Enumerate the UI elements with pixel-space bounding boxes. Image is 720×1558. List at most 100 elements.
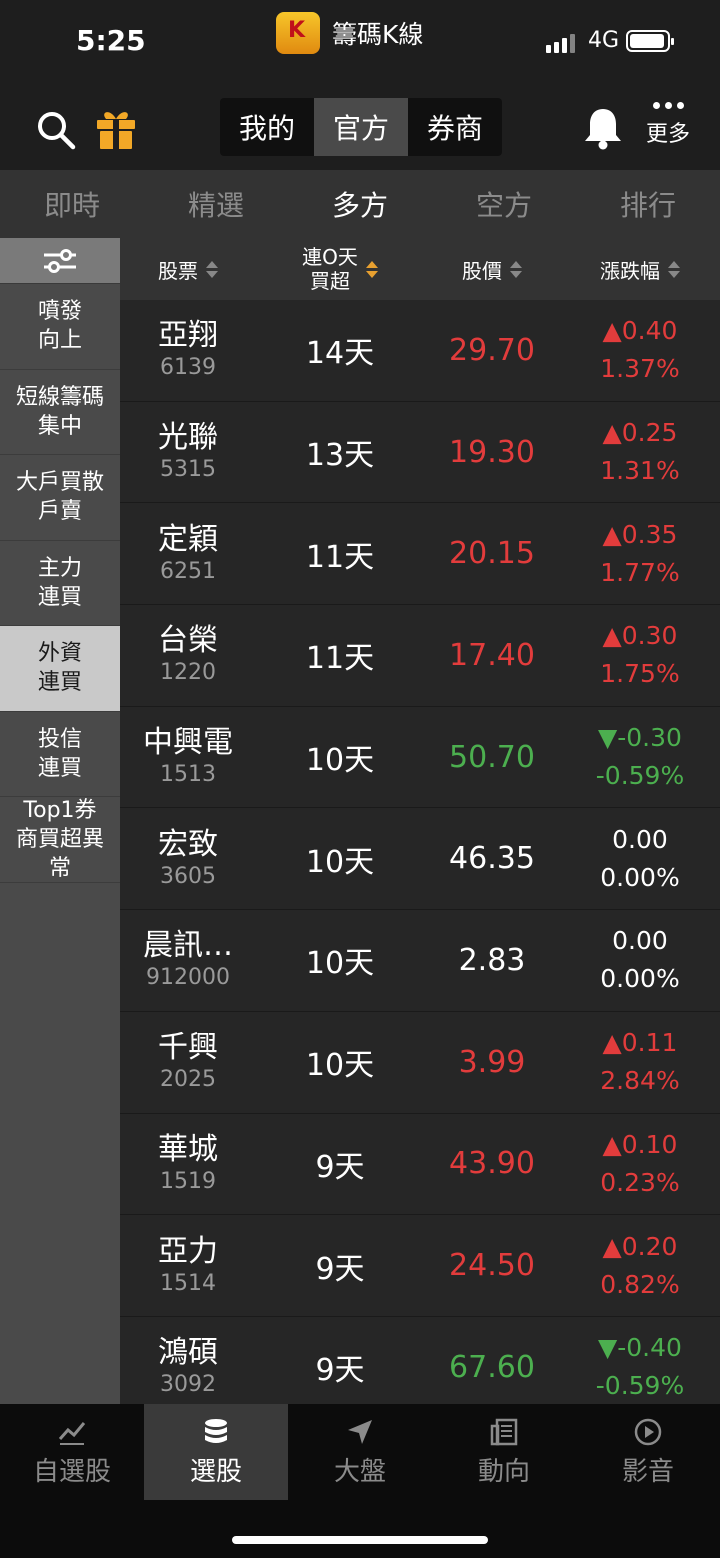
stock-code: 1220	[160, 660, 216, 686]
table-row[interactable]: 晨訊… 912000 10天 2.83 0.00 0.00%	[120, 910, 720, 1012]
more-button[interactable]: 更多	[640, 98, 696, 148]
column-header-stock[interactable]: 股票	[120, 238, 256, 300]
table-row[interactable]: 鴻碩 3092 9天 67.60 ▼-0.40 -0.59%	[120, 1316, 720, 1404]
sidebar-item[interactable]: 短線籌碼 集中	[0, 369, 120, 455]
nav-market[interactable]: 大盤	[288, 1404, 432, 1500]
column-label-stock: 股票	[158, 258, 198, 283]
nav-label: 自選股	[32, 1456, 111, 1487]
stock-cell: 台榮 1220	[120, 605, 256, 706]
sidebar-item[interactable]: Top1券 商買超異 常	[0, 797, 120, 883]
nav-watchlist[interactable]: 自選股	[0, 1404, 144, 1500]
column-label-price: 股價	[462, 258, 502, 283]
table-row[interactable]: 千興 2025 10天 3.99 ▲0.11 2.84%	[120, 1011, 720, 1114]
percent-change: 1.37%	[600, 354, 680, 384]
stock-name: 宏致	[158, 826, 218, 862]
sidebar-item-label: 投信 連買	[37, 726, 82, 781]
stock-price: 67.60	[449, 1349, 535, 1385]
stock-name: 中興電	[143, 725, 233, 761]
stock-price: 2.83	[458, 942, 526, 978]
segment-mine[interactable]: 我的	[220, 98, 314, 156]
column-header-consecutive-days[interactable]: 連O天 買超	[256, 238, 424, 300]
nav-label: 選股	[189, 1456, 242, 1487]
stock-cell: 鴻碩 3092	[120, 1317, 256, 1404]
sidebar-item-label: 外資 連買	[37, 641, 82, 696]
more-label: 更多	[645, 122, 690, 147]
home-indicator[interactable]	[232, 1536, 488, 1544]
stock-code: 912000	[146, 965, 230, 991]
stock-name: 亞翔	[158, 318, 218, 354]
consecutive-days: 11天	[305, 539, 375, 575]
stock-name: 定穎	[158, 521, 218, 557]
stock-cell: 亞力 1514	[120, 1215, 256, 1316]
consecutive-days: 10天	[305, 946, 375, 982]
stock-code: 3092	[160, 1372, 216, 1398]
change-cell: 0.00 0.00%	[560, 808, 720, 909]
table-row[interactable]: 華城 1519 9天 43.90 ▲0.10 0.23%	[120, 1113, 720, 1216]
change-cell: ▲0.20 0.82%	[560, 1215, 720, 1316]
stock-cell: 晨訊… 912000	[120, 910, 256, 1011]
filter-settings-button[interactable]	[0, 238, 120, 284]
tab-featured[interactable]: 精選	[144, 170, 288, 238]
percent-change: 1.75%	[600, 659, 680, 689]
sort-icon	[206, 260, 218, 278]
sidebar-item-label: 噴發 向上	[37, 299, 82, 354]
stock-cell: 光聯 5315	[120, 402, 256, 503]
column-label-consecutive-line2: 買超	[310, 269, 350, 293]
stock-name: 台榮	[158, 623, 218, 659]
table-row[interactable]: 台榮 1220 11天 17.40 ▲0.30 1.75%	[120, 605, 720, 707]
bell-icon[interactable]	[582, 106, 624, 150]
sidebar-item[interactable]: 外資 連買	[0, 626, 120, 712]
signal-icon	[546, 34, 575, 53]
sidebar-item[interactable]: 主力 連買	[0, 540, 120, 626]
table-row[interactable]: 中興電 1513 10天 50.70 ▼-0.30 -0.59%	[120, 706, 720, 809]
strategy-sidebar: 噴發 向上短線籌碼 集中大戶買散 戶賣主力 連買外資 連買投信 連買 Top1券 …	[0, 238, 120, 1404]
stock-name: 千興	[158, 1030, 218, 1066]
play-icon	[634, 1418, 662, 1445]
tab-bullish[interactable]: 多方	[288, 170, 432, 238]
nav-label: 影音	[621, 1456, 674, 1487]
nav-trends[interactable]: 動向	[432, 1404, 576, 1500]
stock-cell: 亞翔 6139	[120, 300, 256, 401]
table-row[interactable]: 光聯 5315 13天 19.30 ▲0.25 1.31%	[120, 401, 720, 504]
sidebar-item[interactable]: 大戶買散 戶賣	[0, 455, 120, 541]
app-name: 籌碼K線	[332, 20, 424, 49]
consecutive-days: 10天	[305, 844, 375, 880]
column-header-change[interactable]: 漲跌幅	[560, 238, 720, 300]
consecutive-days: 9天	[315, 1149, 365, 1185]
table-row[interactable]: 宏致 3605 10天 46.35 0.00 0.00%	[120, 808, 720, 911]
search-icon[interactable]	[36, 110, 76, 150]
stock-price: 17.40	[449, 637, 535, 673]
price-change: 0.00	[612, 824, 668, 854]
tab-ranking[interactable]: 排行	[576, 170, 720, 238]
change-cell: ▼-0.40 -0.59%	[560, 1317, 720, 1404]
column-header-price[interactable]: 股價	[424, 238, 560, 300]
consecutive-days: 10天	[305, 1048, 375, 1084]
table-row[interactable]: 定穎 6251 11天 20.15 ▲0.35 1.77%	[120, 503, 720, 606]
stock-price: 29.70	[449, 332, 535, 368]
nav-stock-picker[interactable]: 選股	[144, 1404, 288, 1500]
sidebar-item-label: 大戶買散 戶賣	[15, 470, 104, 525]
stock-table: 亞翔 6139 14天 29.70 ▲0.40 1.37% 光聯 5315 13天 19.30 ▲0…	[120, 300, 720, 1404]
app-logo-icon	[276, 12, 320, 54]
stock-cell: 宏致 3605	[120, 808, 256, 909]
nav-media[interactable]: 影音	[576, 1404, 720, 1500]
segment-broker[interactable]: 券商	[408, 98, 502, 156]
sidebar-item[interactable]: 噴發 向上	[0, 284, 120, 370]
price-change: ▼-0.30	[598, 723, 682, 753]
price-change: ▲0.20	[602, 1231, 678, 1261]
stock-name: 華城	[158, 1131, 218, 1167]
stock-price: 50.70	[449, 739, 535, 775]
stock-code: 1519	[160, 1168, 216, 1194]
tab-bearish[interactable]: 空方	[432, 170, 576, 238]
battery-icon	[626, 30, 674, 52]
stock-cell: 華城 1519	[120, 1114, 256, 1215]
segment-official[interactable]: 官方	[314, 98, 408, 156]
change-cell: ▲0.25 1.31%	[560, 402, 720, 503]
table-row[interactable]: 亞力 1514 9天 24.50 ▲0.20 0.82%	[120, 1215, 720, 1317]
gift-icon[interactable]	[94, 106, 138, 150]
tab-realtime[interactable]: 即時	[0, 170, 144, 238]
sidebar-item[interactable]: 投信 連買	[0, 711, 120, 797]
consecutive-days: 9天	[315, 1353, 365, 1389]
change-cell: ▲0.40 1.37%	[560, 300, 720, 401]
table-row[interactable]: 亞翔 6139 14天 29.70 ▲0.40 1.37%	[120, 300, 720, 402]
